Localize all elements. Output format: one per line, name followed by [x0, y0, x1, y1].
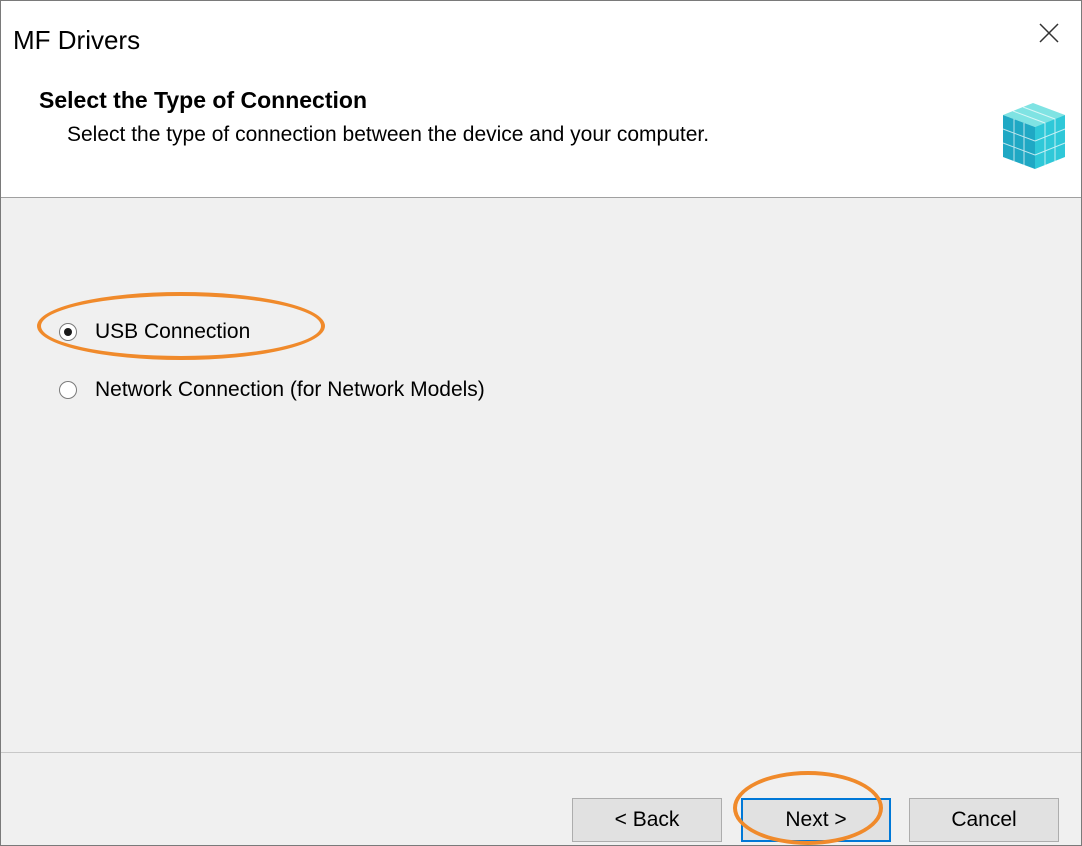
close-button[interactable] [1017, 1, 1081, 65]
cancel-button[interactable]: Cancel [909, 798, 1059, 842]
network-connection-label: Network Connection (for Network Models) [95, 378, 485, 401]
usb-connection-label: USB Connection [95, 320, 251, 343]
usb-connection-radio[interactable] [59, 323, 77, 341]
network-connection-radio[interactable] [59, 381, 77, 399]
installer-window: MF Drivers Select the Type of Connection… [0, 0, 1082, 846]
wizard-footer: < Back Next > Cancel [1, 752, 1081, 845]
page-title: Select the Type of Connection [39, 87, 367, 113]
title-bar: MF Drivers [1, 1, 1081, 65]
wizard-content: USB Connection Network Connection (for N… [1, 198, 1081, 752]
installer-cube-icon [1002, 103, 1066, 169]
next-button[interactable]: Next > [741, 798, 891, 842]
back-button[interactable]: < Back [572, 798, 722, 842]
window-title: MF Drivers [13, 25, 141, 55]
wizard-header: Select the Type of Connection Select the… [1, 65, 1081, 198]
network-connection-option[interactable]: Network Connection (for Network Models) [59, 378, 485, 402]
page-subtitle: Select the type of connection between th… [67, 123, 710, 146]
usb-connection-option[interactable]: USB Connection [59, 320, 250, 344]
close-icon [1039, 23, 1059, 43]
